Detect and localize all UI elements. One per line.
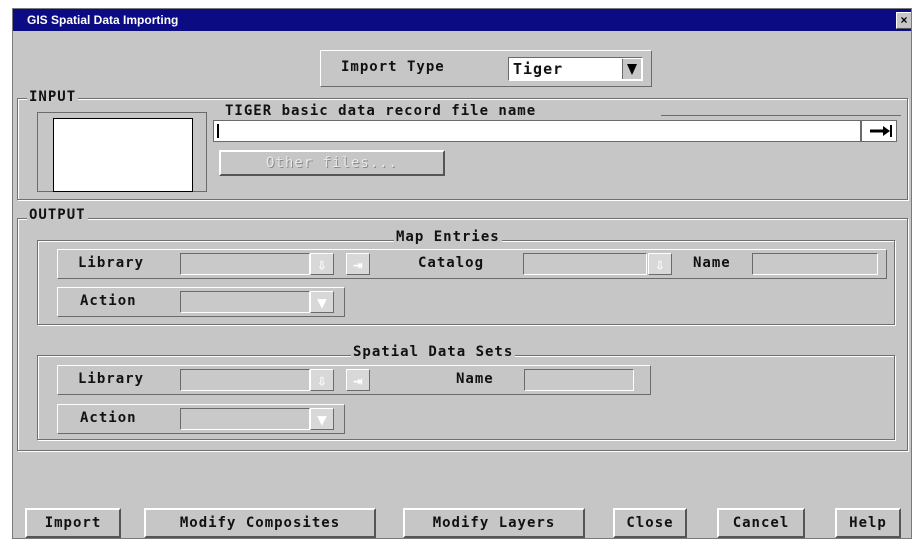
sds-name-field[interactable]: [524, 369, 634, 391]
map-entries-row: Library ⇩ ⇥ Catalog ⇩ Name: [57, 249, 887, 279]
sds-name-label: Name: [456, 371, 494, 387]
triangle-down-icon[interactable]: ▼: [310, 408, 334, 430]
close-icon[interactable]: ×: [896, 12, 911, 29]
sds-library-field[interactable]: [180, 369, 310, 391]
output-group-label: OUTPUT: [27, 207, 88, 223]
map-entries-title: Map Entries: [394, 229, 502, 245]
arrow-right-icon[interactable]: ⇥: [346, 369, 370, 391]
tiger-file-label-rule: [661, 115, 901, 116]
triangle-down-icon[interactable]: [622, 59, 641, 79]
map-library-field[interactable]: [180, 253, 310, 275]
triangle-down-icon[interactable]: ▼: [310, 291, 334, 313]
tiger-file-input[interactable]: [213, 120, 861, 142]
other-files-button[interactable]: Other files...: [219, 150, 445, 176]
sds-library-row: Library ⇩ ⇥ Name: [57, 365, 651, 395]
arrow-right-icon[interactable]: ⇥: [346, 253, 370, 275]
arrow-down-icon[interactable]: ⇩: [310, 369, 334, 391]
window-title: GIS Spatial Data Importing: [27, 13, 179, 27]
map-name-field[interactable]: [752, 253, 878, 275]
input-group-label: INPUT: [27, 89, 79, 105]
input-preview-frame: [37, 112, 207, 192]
sds-action-select[interactable]: [180, 408, 310, 430]
modify-composites-button[interactable]: Modify Composites: [144, 508, 376, 538]
arrow-right-icon[interactable]: [861, 120, 897, 142]
import-type-panel: Import Type Tiger: [320, 50, 652, 87]
map-name-label: Name: [693, 255, 731, 271]
modify-layers-button[interactable]: Modify Layers: [403, 508, 585, 538]
cancel-button[interactable]: Cancel: [717, 508, 805, 538]
map-action-select[interactable]: [180, 291, 310, 313]
sds-action-label: Action: [80, 410, 137, 426]
map-action-row: Action ▼: [57, 287, 345, 317]
map-library-label: Library: [78, 255, 145, 271]
arrow-down-icon[interactable]: ⇩: [648, 253, 672, 275]
map-catalog-label: Catalog: [418, 255, 485, 271]
map-action-label: Action: [80, 293, 137, 309]
text-cursor: [217, 124, 219, 138]
spatial-data-sets-title: Spatial Data Sets: [351, 344, 516, 360]
map-catalog-field[interactable]: [523, 253, 647, 275]
dialog-window: GIS Spatial Data Importing × Import Type…: [12, 8, 912, 539]
sds-library-label: Library: [78, 371, 145, 387]
title-bar: GIS Spatial Data Importing ×: [13, 9, 911, 31]
close-button[interactable]: Close: [613, 508, 687, 538]
import-button[interactable]: Import: [25, 508, 121, 538]
help-button[interactable]: Help: [835, 508, 901, 538]
input-preview: [53, 118, 193, 192]
import-type-label: Import Type: [341, 59, 445, 75]
arrow-down-icon[interactable]: ⇩: [310, 253, 334, 275]
import-type-select[interactable]: Tiger: [508, 57, 643, 81]
import-type-value: Tiger: [513, 60, 564, 78]
tiger-file-label: TIGER basic data record file name: [225, 103, 537, 119]
sds-action-row: Action ▼: [57, 404, 345, 434]
